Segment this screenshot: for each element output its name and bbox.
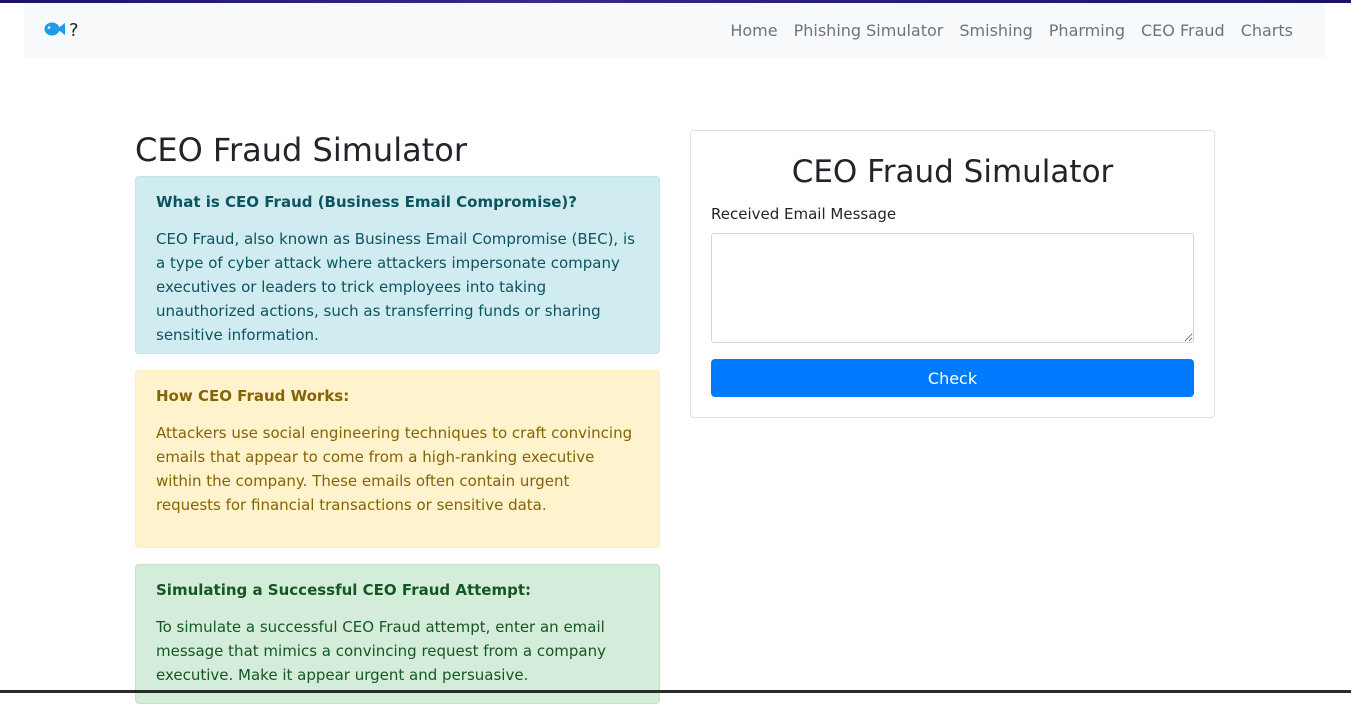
alert-body: Attackers use social engineering techniq… bbox=[156, 424, 633, 514]
alert-heading: Simulating a Successful CEO Fraud Attemp… bbox=[156, 581, 532, 599]
nav-link-smishing[interactable]: Smishing bbox=[951, 3, 1040, 58]
info-alert-what-is: What is CEO Fraud (Business Email Compro… bbox=[135, 176, 660, 354]
email-message-textarea[interactable] bbox=[711, 233, 1194, 343]
navbar: ? Home Phishing Simulator Smishing Pharm… bbox=[24, 3, 1325, 58]
page-edge bbox=[1337, 3, 1351, 690]
alert-body: To simulate a successful CEO Fraud attem… bbox=[156, 618, 607, 684]
alert-body: CEO Fraud, also known as Business Email … bbox=[156, 230, 635, 344]
alert-heading: How CEO Fraud Works: bbox=[156, 387, 350, 405]
fish-icon bbox=[44, 20, 66, 42]
nav-link-home[interactable]: Home bbox=[722, 3, 785, 58]
success-alert-simulating: Simulating a Successful CEO Fraud Attemp… bbox=[135, 564, 660, 704]
brand[interactable]: ? bbox=[44, 19, 79, 43]
simulator-title: CEO Fraud Simulator bbox=[791, 154, 1114, 190]
nav-link-ceo-fraud[interactable]: CEO Fraud bbox=[1133, 3, 1233, 58]
brand-text: ? bbox=[69, 20, 79, 41]
email-message-label: Received Email Message bbox=[711, 205, 897, 223]
alert-heading: What is CEO Fraud (Business Email Compro… bbox=[156, 193, 577, 211]
simulator-card: CEO Fraud Simulator Received Email Messa… bbox=[690, 130, 1215, 418]
nav-link-phishing-simulator[interactable]: Phishing Simulator bbox=[786, 3, 952, 58]
nav-links: Home Phishing Simulator Smishing Pharmin… bbox=[722, 3, 1301, 58]
nav-link-charts[interactable]: Charts bbox=[1233, 3, 1301, 58]
page-title: CEO Fraud Simulator bbox=[135, 131, 467, 169]
nav-link-pharming[interactable]: Pharming bbox=[1041, 3, 1133, 58]
check-button[interactable]: Check bbox=[711, 359, 1194, 397]
warning-alert-how-it-works: How CEO Fraud Works: Attackers use socia… bbox=[135, 370, 660, 548]
